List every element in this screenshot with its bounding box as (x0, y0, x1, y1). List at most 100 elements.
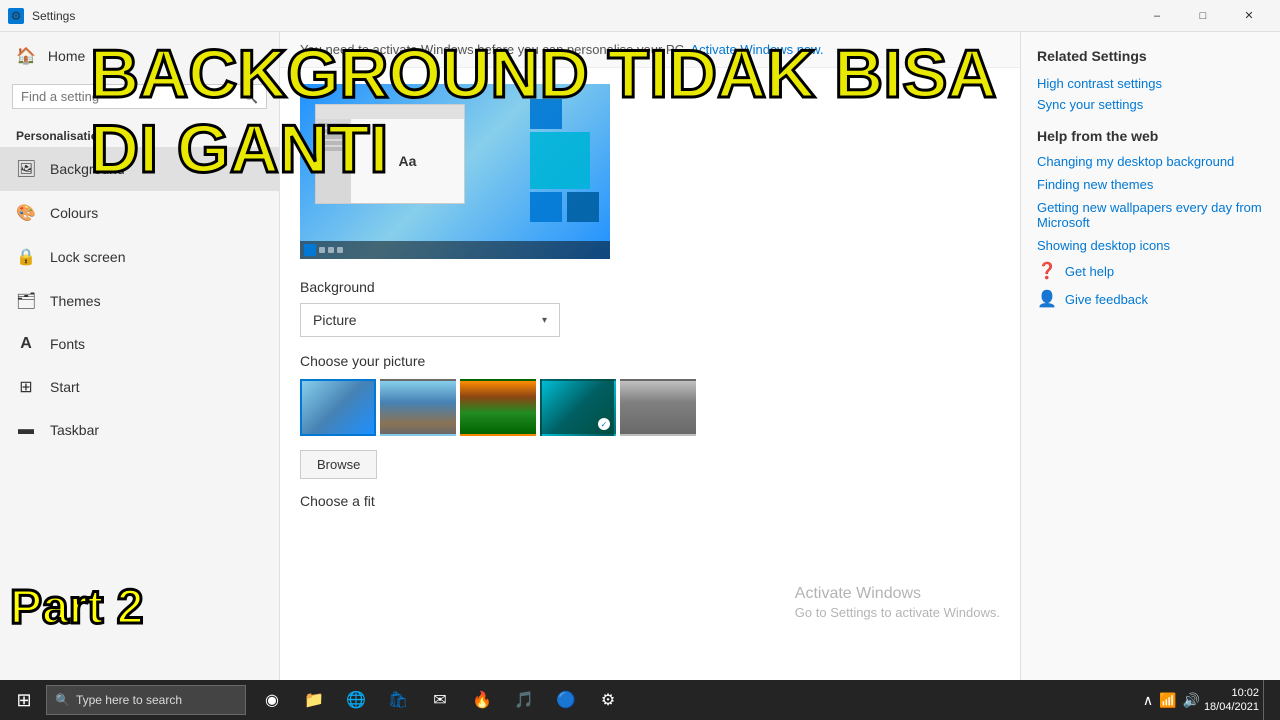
get-help-action[interactable]: ❓ Get help (1037, 261, 1264, 281)
window-controls: – □ ✕ (1134, 0, 1272, 32)
activate-banner: You need to activate Windows before you … (280, 32, 1020, 68)
taskbar-clock[interactable]: 10:02 18/04/2021 (1204, 686, 1259, 715)
section-label: Personalisation (0, 121, 279, 147)
settings-app-icon: ⚙ (8, 8, 24, 24)
search-button[interactable]: 🔍 (243, 90, 258, 104)
app6-icon: 🔥 (472, 690, 492, 710)
help-link-wallpapers[interactable]: Getting new wallpapers every day from Mi… (1037, 200, 1264, 230)
taskbar-edge[interactable]: 🌐 (336, 680, 376, 720)
preview-content: Aa (316, 119, 464, 203)
taskbar-store[interactable]: 🛍 (378, 680, 418, 720)
folder-icon: 📁 (304, 690, 324, 710)
content-area: You need to activate Windows before you … (280, 32, 1020, 680)
background-icon: 🖼 (16, 159, 36, 179)
related-settings-title: Related Settings (1037, 48, 1264, 64)
preview-titlebar (316, 105, 464, 119)
colours-icon: 🎨 (16, 203, 36, 223)
volume-icon[interactable]: 🔊 (1183, 692, 1200, 709)
background-section: Background Picture ▾ (300, 279, 1000, 337)
background-label: Background (300, 279, 1000, 295)
maximize-button[interactable]: □ (1180, 0, 1226, 32)
sidebar-item-label: Lock screen (50, 249, 125, 265)
get-help-link[interactable]: Get help (1065, 264, 1114, 279)
mail-icon: ✉ (433, 690, 446, 710)
picture-grid: ✓ (300, 379, 1000, 436)
store-icon: 🛍 (388, 690, 408, 710)
fonts-icon: A (16, 335, 36, 353)
edge-icon: 🌐 (346, 690, 366, 710)
minimize-button[interactable]: – (1134, 0, 1180, 32)
sidebar-item-colours[interactable]: 🎨 Colours (0, 191, 279, 235)
sidebar-item-label: Start (50, 379, 80, 395)
help-link-desktop-background[interactable]: Changing my desktop background (1037, 154, 1264, 169)
picture-thumb-5[interactable] (620, 379, 696, 436)
taskbar-file-explorer[interactable]: 📁 (294, 680, 334, 720)
taskbar-start-button[interactable]: ⊞ (4, 680, 44, 720)
browse-button[interactable]: Browse (300, 450, 377, 479)
background-dropdown[interactable]: Picture ▾ (300, 303, 560, 337)
main-area: 🏠 Home 🔍 Personalisation 🖼 Background 🎨 … (0, 32, 1280, 680)
sidebar-item-background[interactable]: 🖼 Background (0, 147, 279, 191)
give-feedback-action[interactable]: 👤 Give feedback (1037, 289, 1264, 309)
picture-thumb-2[interactable] (380, 379, 456, 436)
start-menu-icon: ⊞ (16, 377, 36, 397)
sidebar-item-themes[interactable]: 🗂 Themes (0, 279, 279, 323)
gear-icon: ⚙ (601, 690, 615, 710)
home-icon: 🏠 (16, 46, 36, 66)
cortana-icon: ◉ (265, 690, 279, 710)
taskbar-chrome[interactable]: 🔵 (546, 680, 586, 720)
window-title: Settings (32, 9, 75, 23)
search-icon: 🔍 (55, 693, 70, 707)
sidebar-item-taskbar[interactable]: ▬ Taskbar (0, 409, 279, 451)
activate-watermark: Activate Windows Go to Settings to activ… (795, 585, 1000, 620)
search-box[interactable]: 🔍 (12, 84, 267, 109)
sidebar-item-label: Themes (50, 293, 101, 309)
related-link-sync[interactable]: Sync your settings (1037, 97, 1264, 112)
preview-start (304, 244, 316, 256)
sidebar-item-home[interactable]: 🏠 Home (0, 32, 279, 80)
watermark-subtitle: Go to Settings to activate Windows. (795, 605, 1000, 620)
picture-thumb-1[interactable] (300, 379, 376, 436)
help-from-web-title: Help from the web (1037, 128, 1264, 144)
sidebar-item-label: Colours (50, 205, 98, 221)
activate-text: You need to activate Windows before you … (300, 42, 688, 57)
help-link-finding-themes[interactable]: Finding new themes (1037, 177, 1264, 192)
network-icon[interactable]: 📶 (1159, 692, 1176, 709)
activate-link[interactable]: Activate Windows now. (691, 42, 824, 57)
sidebar-item-start[interactable]: ⊞ Start (0, 365, 279, 409)
system-tray-icons: ∧ 📶 🔊 (1143, 692, 1200, 709)
chrome-icon: 🔵 (556, 690, 576, 710)
taskbar-settings-app[interactable]: ⚙ (588, 680, 628, 720)
taskbar-search-box[interactable]: 🔍 Type here to search (46, 685, 246, 715)
sidebar-item-label: Fonts (50, 336, 85, 352)
show-desktop-button[interactable] (1263, 680, 1268, 720)
search-input[interactable] (21, 89, 243, 104)
sidebar-item-lockscreen[interactable]: 🔒 Lock screen (0, 235, 279, 279)
taskbar-mail[interactable]: ✉ (420, 680, 460, 720)
home-label: Home (48, 48, 85, 64)
tray-chevron-icon[interactable]: ∧ (1143, 692, 1153, 709)
picture-thumb-3[interactable] (460, 379, 536, 436)
preview-main: Aa (351, 119, 464, 203)
taskbar-search-text: Type here to search (76, 693, 182, 707)
taskbar-icon: ▬ (16, 421, 36, 439)
title-bar: ⚙ Settings – □ ✕ (0, 0, 1280, 32)
date-display: 18/04/2021 (1204, 700, 1259, 714)
close-button[interactable]: ✕ (1226, 0, 1272, 32)
choose-picture-label: Choose your picture (300, 353, 1000, 369)
preview-taskbar (300, 241, 610, 259)
help-link-desktop-icons[interactable]: Showing desktop icons (1037, 238, 1264, 253)
picture-thumb-4[interactable]: ✓ (540, 379, 616, 436)
sidebar: 🏠 Home 🔍 Personalisation 🖼 Background 🎨 … (0, 32, 280, 680)
taskbar-app6[interactable]: 🔥 (462, 680, 502, 720)
related-link-high-contrast[interactable]: High contrast settings (1037, 76, 1264, 91)
sidebar-item-fonts[interactable]: A Fonts (0, 323, 279, 365)
taskbar: ⊞ 🔍 Type here to search ◉ 📁 🌐 🛍 ✉ 🔥 🎵 🔵 (0, 680, 1280, 720)
taskbar-app7[interactable]: 🎵 (504, 680, 544, 720)
desktop-preview: Aa (300, 84, 610, 259)
taskbar-cortana[interactable]: ◉ (252, 680, 292, 720)
choose-fit-label: Choose a fit (300, 493, 1000, 509)
give-feedback-link[interactable]: Give feedback (1065, 292, 1148, 307)
watermark-title: Activate Windows (795, 585, 1000, 603)
taskbar-apps: ◉ 📁 🌐 🛍 ✉ 🔥 🎵 🔵 ⚙ (252, 680, 628, 720)
